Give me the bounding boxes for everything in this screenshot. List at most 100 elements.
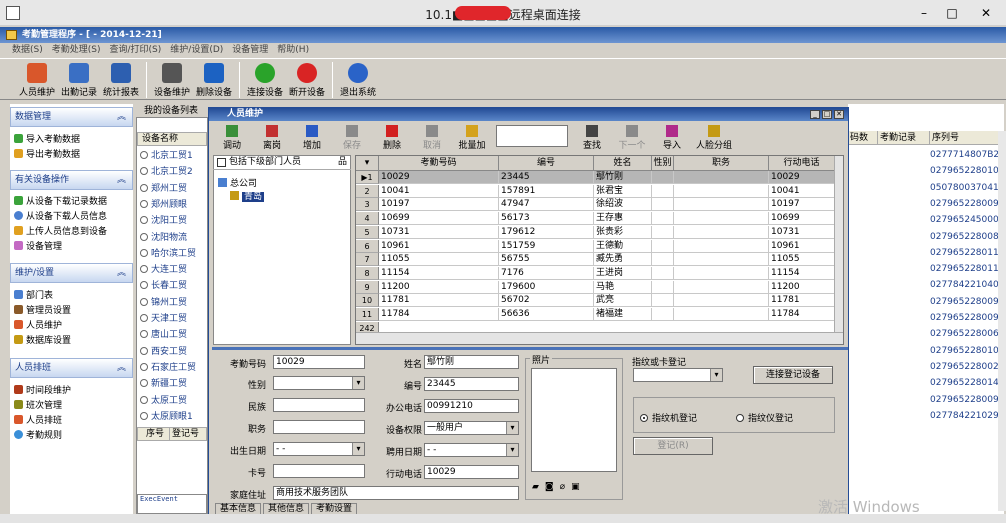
grid-vertical-scrollbar[interactable]: [834, 156, 843, 334]
grid-cell[interactable]: 王存惠: [594, 212, 652, 226]
grid-cell[interactable]: [674, 184, 769, 198]
grid-cell[interactable]: 徐绍波: [594, 198, 652, 212]
nav-download-records[interactable]: 从设备下载记录数据: [14, 195, 107, 209]
nav-database-settings[interactable]: 数据库设置: [14, 334, 71, 348]
grid-cell[interactable]: [652, 239, 674, 253]
menu-query-print[interactable]: 查询/打印(S): [110, 43, 162, 58]
device-maintenance-button[interactable]: 设备维护: [151, 59, 193, 99]
staff-maintenance-button[interactable]: 人员维护: [16, 59, 58, 99]
grid-cell[interactable]: [652, 253, 674, 267]
tree-node-qingdao[interactable]: 青岛: [230, 189, 265, 202]
grid-cell[interactable]: 张贵彩: [594, 225, 652, 239]
nav-export-data[interactable]: 导出考勤数据: [14, 148, 80, 162]
collapse-icon[interactable]: ︽: [117, 264, 126, 282]
row-number[interactable]: 8: [356, 266, 379, 280]
grid-horizontal-scrollbar[interactable]: [356, 332, 843, 344]
device-name-header[interactable]: 设备名称: [137, 132, 207, 146]
delete-button[interactable]: 删除: [372, 124, 412, 151]
grid-cell[interactable]: 10961: [769, 239, 835, 253]
grid-cell[interactable]: 23445: [499, 171, 594, 184]
col-regno[interactable]: 登记号: [170, 428, 199, 440]
nav-device-management[interactable]: 设备管理: [14, 240, 62, 254]
nav-import-data[interactable]: 导入考勤数据: [14, 133, 80, 147]
nav-staff-schedule[interactable]: 人员排班: [14, 414, 62, 428]
grid-cell[interactable]: 10029: [379, 171, 499, 184]
grid-cell[interactable]: [652, 308, 674, 321]
menu-help[interactable]: 帮助(H): [277, 43, 309, 58]
device-item[interactable]: 锦州工贸: [140, 295, 187, 311]
device-item[interactable]: 唐山工贸: [140, 327, 187, 343]
grid-cell[interactable]: 56173: [499, 212, 594, 226]
grid-cell[interactable]: 11781: [769, 294, 835, 308]
serial-cell[interactable]: 0279652280085: [930, 229, 1004, 245]
panel-splitter[interactable]: [212, 347, 848, 350]
grid-cell[interactable]: 11784: [769, 308, 835, 321]
add-button[interactable]: 增加: [292, 124, 332, 151]
import-button[interactable]: 导入: [652, 124, 692, 151]
grid-cell[interactable]: [674, 280, 769, 294]
batch-add-button[interactable]: 批量加: [452, 124, 492, 151]
row-number[interactable]: 4: [356, 212, 379, 226]
grid-cell[interactable]: 47947: [499, 198, 594, 212]
grid-cell[interactable]: 10197: [379, 198, 499, 212]
grid-cell[interactable]: 56755: [499, 253, 594, 267]
dialog-close-icon[interactable]: ✕: [834, 110, 844, 119]
grid-cell[interactable]: [652, 294, 674, 308]
ethnicity-field[interactable]: [273, 398, 365, 412]
register-button[interactable]: 登记(R): [633, 437, 713, 455]
tree-node-root[interactable]: 总公司: [218, 176, 257, 189]
serial-cell[interactable]: 0279652280069: [930, 326, 1004, 342]
col-records[interactable]: 考勤记录: [878, 131, 930, 144]
grid-cell[interactable]: 11055: [769, 253, 835, 267]
find-button[interactable]: 查找: [572, 124, 612, 151]
device-item[interactable]: 沈阳工贸: [140, 213, 187, 229]
grid-cell[interactable]: 10731: [769, 225, 835, 239]
camera-icon[interactable]: ◙: [545, 482, 554, 492]
address-field[interactable]: 商用技术服务团队: [273, 486, 519, 500]
exit-button[interactable]: 退出系统: [337, 59, 379, 99]
row-number[interactable]: 5: [356, 225, 379, 239]
connect-device-button[interactable]: 连接设备: [244, 59, 286, 99]
serial-cell[interactable]: 0277714807B2: [930, 147, 999, 163]
grid-cell[interactable]: 王进岗: [594, 266, 652, 280]
grid-cell[interactable]: [674, 198, 769, 212]
grid-cell[interactable]: 179612: [499, 225, 594, 239]
device-item[interactable]: 北京工贸1: [140, 148, 193, 164]
serial-cell[interactable]: 0279652280099: [930, 310, 1004, 326]
col-id[interactable]: 编号: [499, 156, 594, 171]
grid-cell[interactable]: 11200: [379, 280, 499, 294]
disconnect-device-button[interactable]: 断开设备: [286, 59, 328, 99]
serial-cell[interactable]: 0279652280095: [930, 392, 1004, 408]
grid-cell[interactable]: 10041: [379, 184, 499, 198]
row-number[interactable]: 9: [356, 280, 379, 294]
nav-section-data[interactable]: 数据管理 ︽: [10, 107, 133, 127]
device-item[interactable]: 北京工贸2: [140, 164, 193, 180]
col-code[interactable]: 码数: [848, 131, 878, 144]
grid-cell[interactable]: [652, 171, 674, 184]
mobile-field[interactable]: 10029: [424, 465, 519, 479]
col-name[interactable]: 姓名: [594, 156, 652, 171]
fingerprint-device-select[interactable]: [633, 368, 723, 382]
org-tree-icon[interactable]: 品: [338, 155, 347, 170]
grid-cell[interactable]: [652, 212, 674, 226]
position-field[interactable]: [273, 420, 365, 434]
menu-maintenance[interactable]: 维护/设置(D): [170, 43, 223, 58]
delete-device-button[interactable]: 删除设备: [193, 59, 235, 99]
serial-cell[interactable]: 0277842210405: [930, 277, 1004, 293]
grid-cell[interactable]: 11154: [379, 266, 499, 280]
include-sub-dept[interactable]: 包括下级部门人员 品: [213, 155, 351, 170]
device-item[interactable]: 沈阳物流: [140, 230, 187, 246]
grid-cell[interactable]: 张君宝: [594, 184, 652, 198]
grid-cell[interactable]: 10197: [769, 198, 835, 212]
grid-cell[interactable]: [674, 266, 769, 280]
serial-cell[interactable]: 0279652280092: [930, 294, 1004, 310]
grid-cell[interactable]: 武亮: [594, 294, 652, 308]
row-number[interactable]: 3: [356, 198, 379, 212]
device-permission-select[interactable]: 一般用户: [424, 421, 519, 435]
dialog-minimize-icon[interactable]: _: [810, 110, 820, 119]
grid-cell[interactable]: 10961: [379, 239, 499, 253]
grid-cell[interactable]: [652, 198, 674, 212]
grid-cell[interactable]: [674, 171, 769, 184]
grid-cell[interactable]: 臧先勇: [594, 253, 652, 267]
grid-cell[interactable]: [674, 308, 769, 321]
